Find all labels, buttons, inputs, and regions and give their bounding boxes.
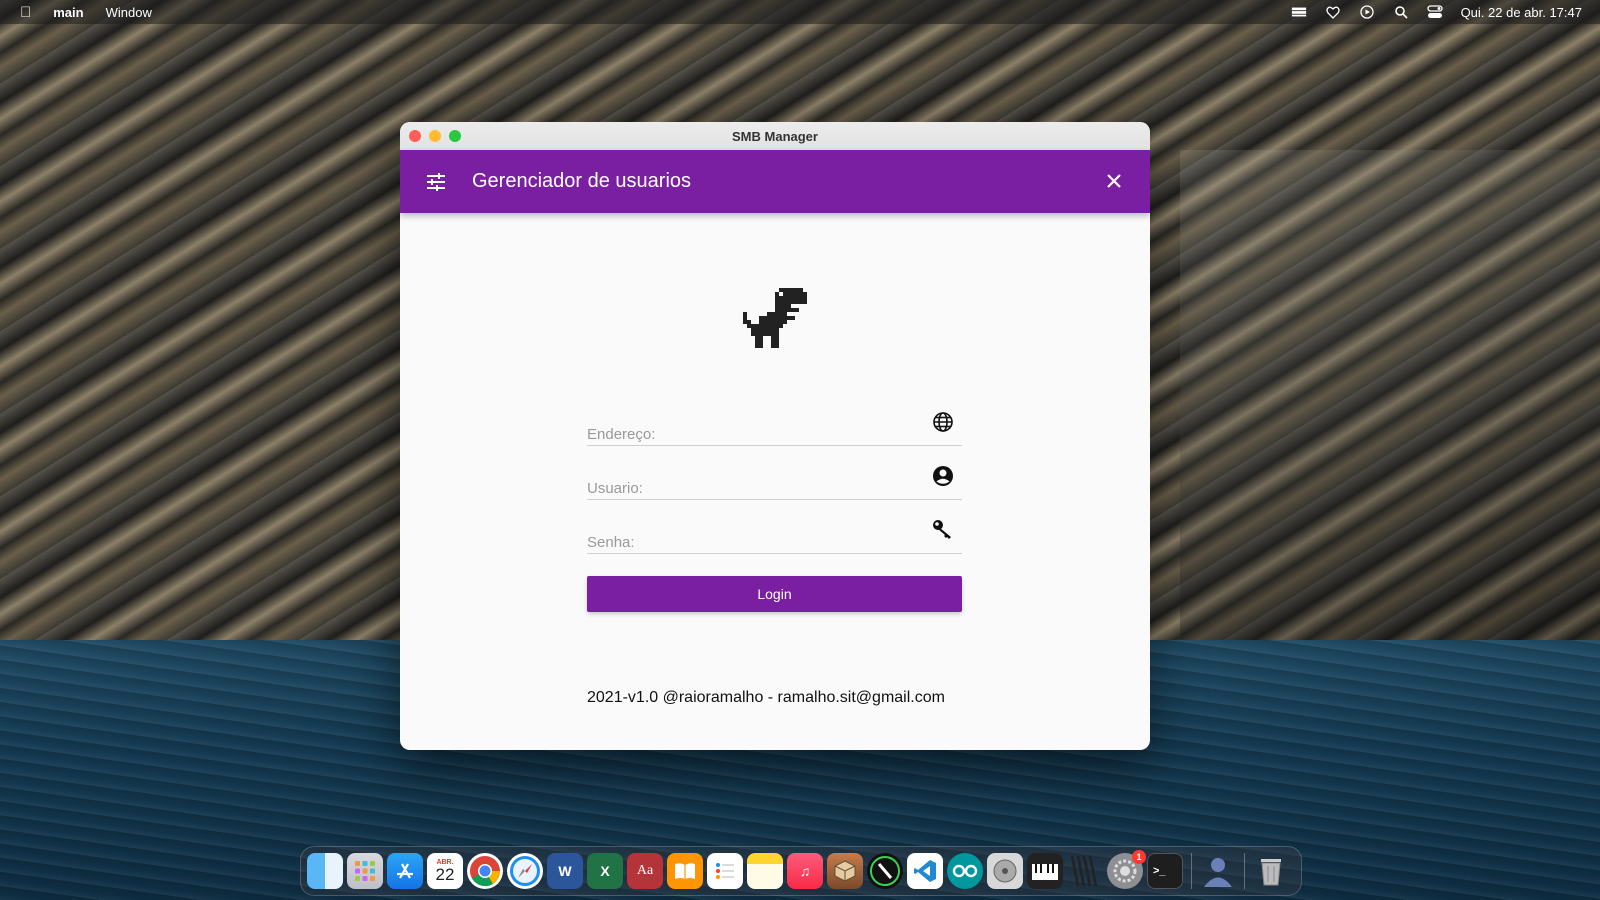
menubar-shield-icon[interactable] [1325, 5, 1341, 19]
smb-manager-window: SMB Manager Gerenciador de usuarios Ende… [400, 122, 1150, 750]
window-title: SMB Manager [732, 128, 818, 144]
menu-bar:  main Window Qui. 22 de abr. 17:47 [0, 0, 1600, 24]
menubar-storage-icon[interactable] [1291, 5, 1307, 19]
chrome-icon[interactable] [467, 853, 503, 889]
vscode-icon[interactable] [907, 853, 943, 889]
system-preferences-icon[interactable]: 1 [1107, 850, 1146, 889]
disk-utility-icon[interactable] [987, 853, 1023, 889]
dock-separator [1191, 853, 1192, 889]
piano-icon[interactable] [1027, 853, 1063, 889]
close-icon[interactable] [1104, 171, 1124, 191]
window-titlebar[interactable]: SMB Manager [400, 122, 1150, 150]
address-field[interactable]: Endereço: [587, 411, 962, 446]
menubar-datetime[interactable]: Qui. 22 de abr. 17:47 [1461, 5, 1582, 20]
footer-credits: 2021-v1.0 @raioramalho - ramalho.sit@gma… [587, 689, 945, 706]
menu-window[interactable]: Window [106, 5, 152, 20]
excel-icon[interactable]: X [587, 853, 623, 889]
menu-app-name[interactable]: main [53, 5, 83, 20]
login-content: Endereço: Usuario: Senha: Login 2021-v1.… [400, 213, 1150, 750]
password-field[interactable]: Senha: [587, 519, 962, 554]
address-label: Endereço: [587, 426, 656, 443]
apple-menu-icon[interactable]:  [20, 4, 31, 21]
dock: ABR. 22 W X Aa ♫ 1 >_ [300, 846, 1302, 896]
dino-logo-icon [743, 288, 807, 352]
window-close-button[interactable] [409, 130, 421, 142]
notes-icon[interactable] [747, 853, 783, 889]
word-icon[interactable]: W [547, 853, 583, 889]
calendar-day: 22 [435, 865, 455, 884]
user-field[interactable]: Usuario: [587, 465, 962, 500]
package-icon[interactable] [827, 853, 863, 889]
window-zoom-button[interactable] [449, 130, 461, 142]
terminal-icon[interactable]: >_ [1147, 853, 1183, 889]
finder-icon[interactable] [307, 853, 343, 889]
music-icon[interactable]: ♫ [787, 853, 823, 889]
user-label: Usuario: [587, 480, 643, 497]
arduino-icon[interactable] [947, 853, 983, 889]
login-button[interactable]: Login [587, 576, 962, 612]
barcode-icon[interactable] [1067, 853, 1103, 889]
password-label: Senha: [587, 534, 635, 551]
account-circle-icon [932, 465, 954, 487]
menubar-play-icon[interactable] [1359, 5, 1375, 19]
trash-icon[interactable] [1253, 853, 1289, 889]
reminders-icon[interactable] [707, 853, 743, 889]
app-store-icon[interactable] [387, 853, 423, 889]
app-bar-title: Gerenciador de usuarios [472, 170, 692, 192]
globe-icon [932, 411, 954, 433]
dictionary-icon[interactable]: Aa [627, 853, 663, 889]
notification-badge: 1 [1132, 850, 1146, 864]
settings-tune-icon[interactable] [426, 172, 446, 192]
user-icon[interactable] [1200, 853, 1236, 889]
xcode-icon[interactable] [867, 853, 903, 889]
menubar-control-center-icon[interactable] [1426, 5, 1443, 19]
wallpaper-cliff [1180, 150, 1600, 640]
launchpad-icon[interactable] [347, 853, 383, 889]
safari-icon[interactable] [507, 853, 543, 889]
menubar-search-icon[interactable] [1393, 5, 1409, 19]
key-icon [932, 519, 954, 541]
dock-separator [1244, 853, 1245, 889]
books-icon[interactable] [667, 853, 703, 889]
window-minimize-button[interactable] [429, 130, 441, 142]
calendar-icon[interactable]: ABR. 22 [427, 853, 463, 889]
app-bar: Gerenciador de usuarios [400, 150, 1150, 213]
